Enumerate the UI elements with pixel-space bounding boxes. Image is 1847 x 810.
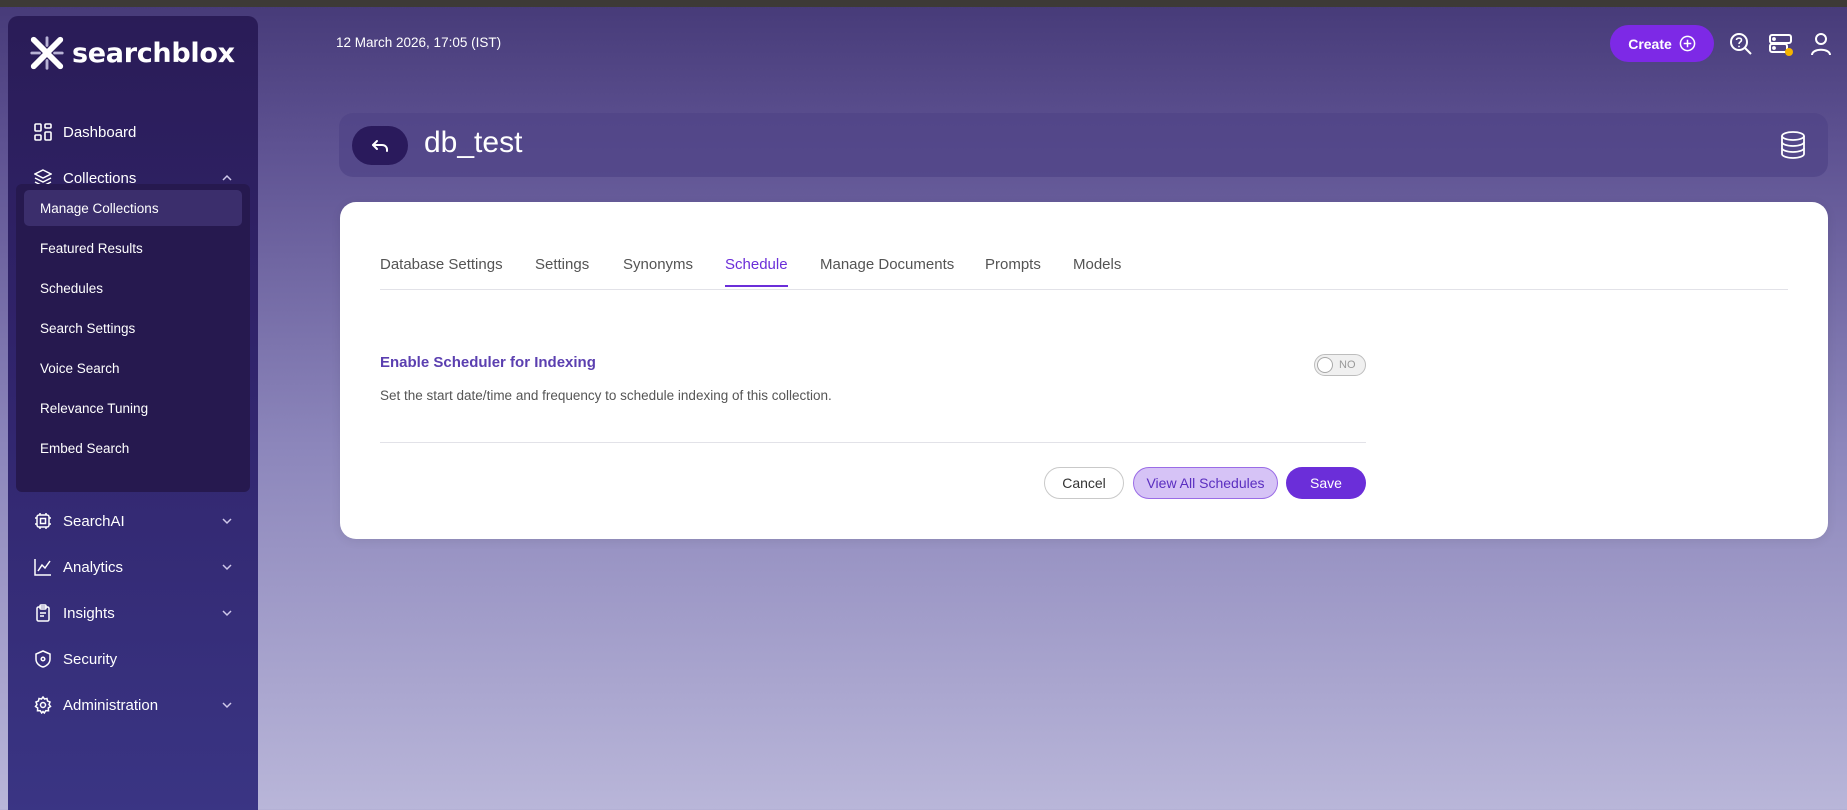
sidebar-item-analytics[interactable]: Analytics: [8, 547, 258, 587]
shield-icon: [33, 649, 53, 669]
tab-manage-documents[interactable]: Manage Documents: [820, 256, 954, 273]
tab-schedule[interactable]: Schedule: [725, 256, 788, 287]
sidebar-item-administration[interactable]: Administration: [8, 685, 258, 725]
sidebar-item-label: Dashboard: [63, 123, 137, 141]
chevron-up-icon: [222, 174, 232, 181]
schedule-card: Database Settings Settings Synonyms Sche…: [340, 202, 1828, 539]
tab-settings[interactable]: Settings: [535, 256, 589, 273]
cancel-button[interactable]: Cancel: [1044, 467, 1124, 499]
sidebar: searchblox Dashboard Collections Manage …: [8, 16, 258, 810]
clipboard-icon: [33, 603, 53, 623]
database-icon: [1781, 131, 1805, 159]
tab-models[interactable]: Models: [1073, 256, 1121, 273]
submenu-item-voice-search[interactable]: Voice Search: [24, 350, 242, 386]
submenu-item-search-settings[interactable]: Search Settings: [24, 310, 242, 346]
scheduler-description: Set the start date/time and frequency to…: [380, 388, 832, 403]
submenu-item-relevance-tuning[interactable]: Relevance Tuning: [24, 390, 242, 426]
back-button[interactable]: [352, 126, 408, 165]
chip-icon: [33, 511, 53, 531]
sidebar-item-insights[interactable]: Insights: [8, 593, 258, 633]
collection-tabs: Database Settings Settings Synonyms Sche…: [380, 240, 1788, 290]
current-datetime: 12 March 2026, 17:05 (IST): [336, 35, 502, 50]
submenu-item-manage-collections[interactable]: Manage Collections: [24, 190, 242, 226]
tab-synonyms[interactable]: Synonyms: [623, 256, 693, 273]
sidebar-item-label: Analytics: [63, 558, 124, 576]
back-arrow-icon: [372, 139, 388, 152]
scheduler-toggle[interactable]: NO: [1314, 354, 1366, 376]
analytics-icon: [33, 557, 53, 577]
toggle-knob: [1317, 357, 1333, 373]
submenu-item-embed-search[interactable]: Embed Search: [24, 430, 242, 466]
sidebar-item-label: Security: [63, 650, 118, 668]
tab-prompts[interactable]: Prompts: [985, 256, 1041, 273]
logo[interactable]: searchblox: [28, 34, 235, 72]
chevron-down-icon: [222, 610, 232, 617]
sidebar-item-label: Administration: [63, 696, 159, 714]
page-title-bar: db_test: [339, 113, 1828, 177]
window-top-strip: [0, 0, 1847, 7]
submenu-item-featured-results[interactable]: Featured Results: [24, 230, 242, 266]
chevron-down-icon: [222, 564, 232, 571]
sidebar-item-label: SearchAI: [63, 512, 125, 530]
view-all-schedules-button[interactable]: View All Schedules: [1133, 467, 1278, 499]
save-button[interactable]: Save: [1286, 467, 1366, 499]
create-label: Create: [1628, 35, 1672, 52]
page-title: db_test: [424, 126, 523, 159]
user-icon[interactable]: [1808, 31, 1834, 57]
sidebar-item-dashboard[interactable]: Dashboard: [8, 112, 258, 152]
submenu-item-schedules[interactable]: Schedules: [24, 270, 242, 306]
plus-circle-icon: [1679, 35, 1696, 52]
server-status-icon[interactable]: [1768, 31, 1794, 57]
sidebar-item-security[interactable]: Security: [8, 639, 258, 679]
toggle-state-label: NO: [1339, 359, 1356, 371]
gear-icon: [33, 695, 53, 715]
logo-text: searchblox: [72, 37, 235, 69]
tab-database-settings[interactable]: Database Settings: [380, 256, 503, 273]
sidebar-item-label: Insights: [63, 604, 115, 622]
sidebar-item-searchai[interactable]: SearchAI: [8, 501, 258, 541]
scheduler-title: Enable Scheduler for Indexing: [380, 354, 596, 371]
divider: [380, 442, 1366, 443]
help-search-icon[interactable]: [1728, 31, 1754, 57]
create-button[interactable]: Create: [1610, 25, 1714, 62]
dashboard-icon: [33, 122, 53, 142]
chevron-down-icon: [222, 702, 232, 709]
searchblox-logo-icon: [30, 36, 64, 70]
chevron-down-icon: [222, 518, 232, 525]
